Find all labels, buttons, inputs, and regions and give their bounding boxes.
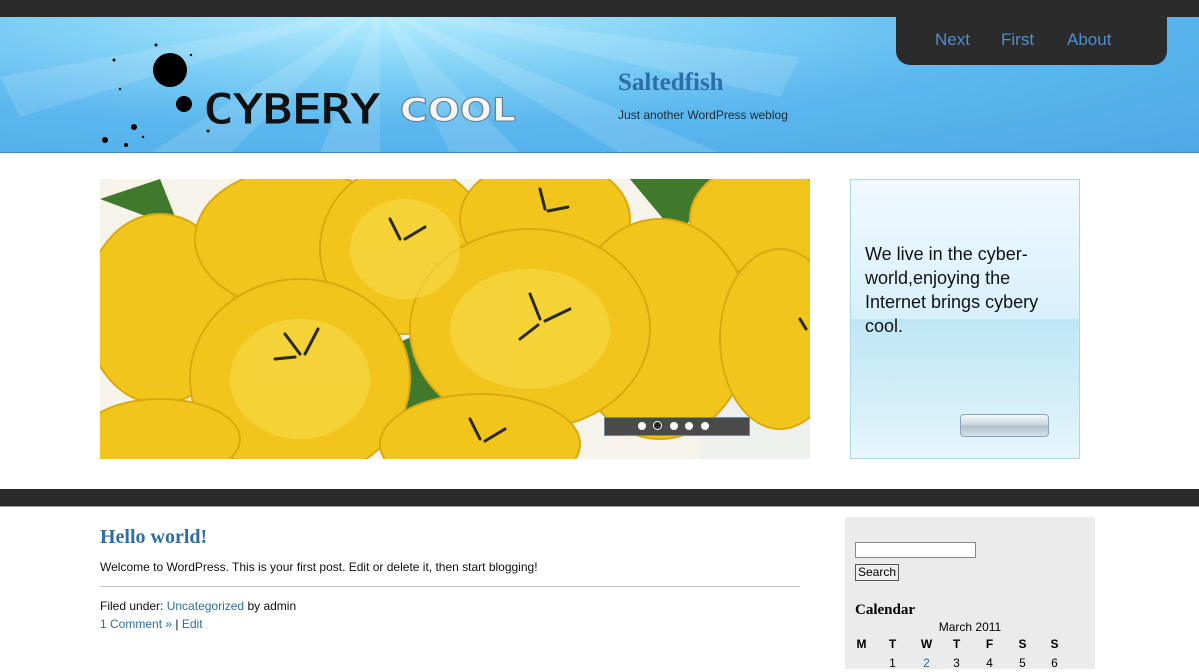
site-description: Just another WordPress weblog	[618, 108, 788, 122]
slider-dot[interactable]	[638, 422, 646, 430]
search-input[interactable]	[855, 542, 976, 558]
slider-dot[interactable]	[670, 422, 678, 430]
edit-link[interactable]: Edit	[182, 617, 203, 631]
post-actions: 1 Comment » | Edit	[100, 617, 203, 631]
slider-dot[interactable]	[701, 422, 709, 430]
post-title[interactable]: Hello world!	[100, 526, 207, 549]
post-author: by admin	[247, 599, 297, 613]
logo-word-cool: COOL	[400, 91, 516, 129]
content-divider-bar	[0, 489, 1199, 507]
promo-button[interactable]	[960, 414, 1049, 437]
calendar-day: 3	[953, 656, 960, 670]
nav-first[interactable]: First	[1001, 30, 1034, 50]
image-slider[interactable]	[100, 179, 810, 459]
weekday-header: W	[920, 637, 933, 651]
calendar-weekdays: M T W T F S S	[855, 637, 1085, 653]
post-meta: Filed under: Uncategorized by admin	[100, 599, 296, 613]
category-link[interactable]: Uncategorized	[167, 599, 244, 613]
weekday-header: S	[1018, 637, 1027, 651]
post-body: Welcome to WordPress. This is your first…	[100, 560, 538, 574]
calendar-day: 5	[1019, 656, 1026, 670]
slider-dot-active[interactable]	[653, 421, 662, 430]
weekday-header: F	[985, 637, 994, 651]
calendar-week: 1 2 3 4 5 6	[855, 656, 1085, 672]
top-navigation: Next First About	[896, 17, 1167, 65]
weekday-header: M	[856, 637, 867, 651]
action-separator: |	[175, 617, 179, 631]
comments-link[interactable]: 1 Comment »	[100, 617, 172, 631]
filed-under-label: Filed under:	[100, 599, 164, 613]
post-separator	[100, 586, 800, 587]
calendar-day: 1	[889, 656, 896, 670]
promo-box: We live in the cyber-world,enjoying the …	[850, 179, 1080, 459]
site-header: Next First About CYBERY COOL Saltedfish …	[0, 17, 1199, 153]
top-bar	[0, 0, 1199, 17]
weekday-header: T	[952, 637, 961, 651]
slider-pagination	[604, 417, 750, 436]
site-logo[interactable]: CYBERY COOL	[96, 33, 526, 153]
nav-about[interactable]: About	[1067, 30, 1111, 50]
search-button[interactable]: Search	[855, 564, 900, 581]
nav-next[interactable]: Next	[935, 30, 970, 50]
calendar-title: Calendar	[855, 602, 915, 618]
calendar-day: 4	[986, 656, 993, 670]
weekday-header: T	[888, 637, 897, 651]
slider-dot[interactable]	[685, 422, 693, 430]
calendar-day: 6	[1051, 656, 1058, 670]
sidebar: Search Calendar March 2011 M T W T F S S…	[845, 517, 1095, 672]
site-title[interactable]: Saltedfish	[618, 69, 724, 97]
weekday-header: S	[1050, 637, 1059, 651]
calendar-caption: March 2011	[938, 620, 1002, 634]
calendar-day-link[interactable]: 2	[910, 656, 943, 670]
logo-word-cybery: CYBERY	[204, 87, 380, 133]
promo-text: We live in the cyber-world,enjoying the …	[865, 244, 1039, 336]
